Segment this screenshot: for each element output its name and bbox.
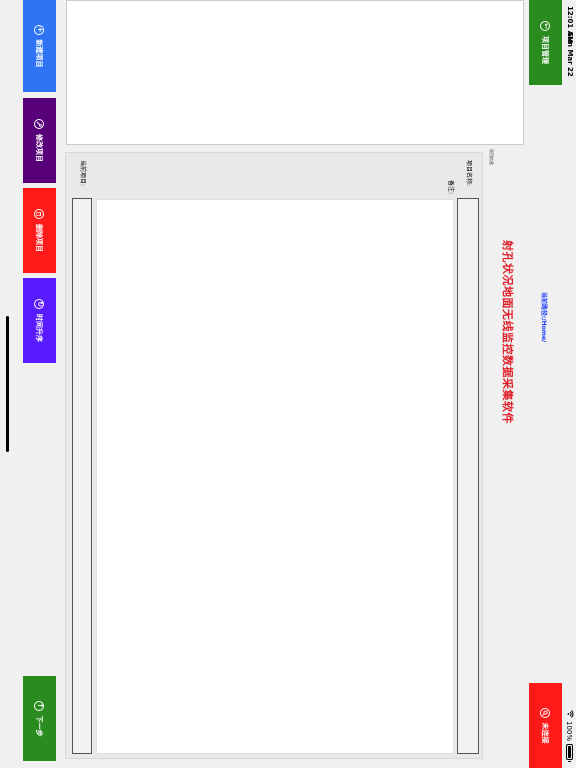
note-label: 备注: xyxy=(447,180,454,195)
trash-icon xyxy=(34,209,45,219)
status-date: Sun Mar 22 xyxy=(566,32,574,77)
project-manage-label: 项目管理 xyxy=(541,36,550,64)
status-bar: 12:01 AM Sun Mar 22 100% xyxy=(562,0,576,768)
project-manage-button[interactable]: ← 项目管理 xyxy=(529,0,562,85)
wifi-icon xyxy=(565,710,574,718)
project-name-label: 项目名称: xyxy=(465,160,472,187)
info-panel-label: 项目信息 xyxy=(489,149,494,165)
connection-button[interactable]: 未连接 xyxy=(529,683,562,768)
battery-tip xyxy=(568,761,571,762)
app-title: 射孔状况地面无线监控数据采集软件 xyxy=(501,240,514,424)
project-list-panel[interactable] xyxy=(66,0,524,145)
project-name-input[interactable] xyxy=(457,198,479,754)
wrench-icon xyxy=(34,119,45,129)
arrow-up-icon: ↑ xyxy=(34,700,45,711)
status-indicators: 100% xyxy=(565,710,574,762)
delete-project-button[interactable]: 删除项目 xyxy=(23,188,56,273)
sort-label: 时间升序 xyxy=(35,314,44,342)
new-project-button[interactable]: + 新建项目 xyxy=(23,0,56,92)
next-button[interactable]: ↑ 下一步 xyxy=(23,676,56,761)
battery-percent: 100% xyxy=(565,720,574,741)
edit-project-button[interactable]: 修改项目 xyxy=(23,98,56,183)
current-project-label: 当前项目: xyxy=(79,160,86,187)
new-project-label: 新建项目 xyxy=(35,39,44,68)
current-project-field xyxy=(72,198,92,754)
app-canvas: 12:01 AM Sun Mar 22 100% ← 项目管理 当前路径:/Ho… xyxy=(0,0,576,768)
edit-project-label: 修改项目 xyxy=(35,134,44,162)
connection-status-label: 未连接 xyxy=(541,722,550,744)
current-path: 当前路径:/Home/ xyxy=(540,292,547,343)
home-indicator[interactable] xyxy=(6,316,9,452)
next-label: 下一步 xyxy=(35,715,44,737)
delete-project-label: 删除项目 xyxy=(35,224,44,252)
sort-button[interactable]: ↻ 时间升序 xyxy=(23,278,56,363)
arrow-left-icon: ← xyxy=(540,21,551,31)
battery-icon xyxy=(566,744,573,760)
refresh-icon: ↻ xyxy=(34,299,45,309)
plus-icon: + xyxy=(34,24,45,35)
note-textarea[interactable] xyxy=(96,199,454,754)
search-icon xyxy=(540,707,551,718)
